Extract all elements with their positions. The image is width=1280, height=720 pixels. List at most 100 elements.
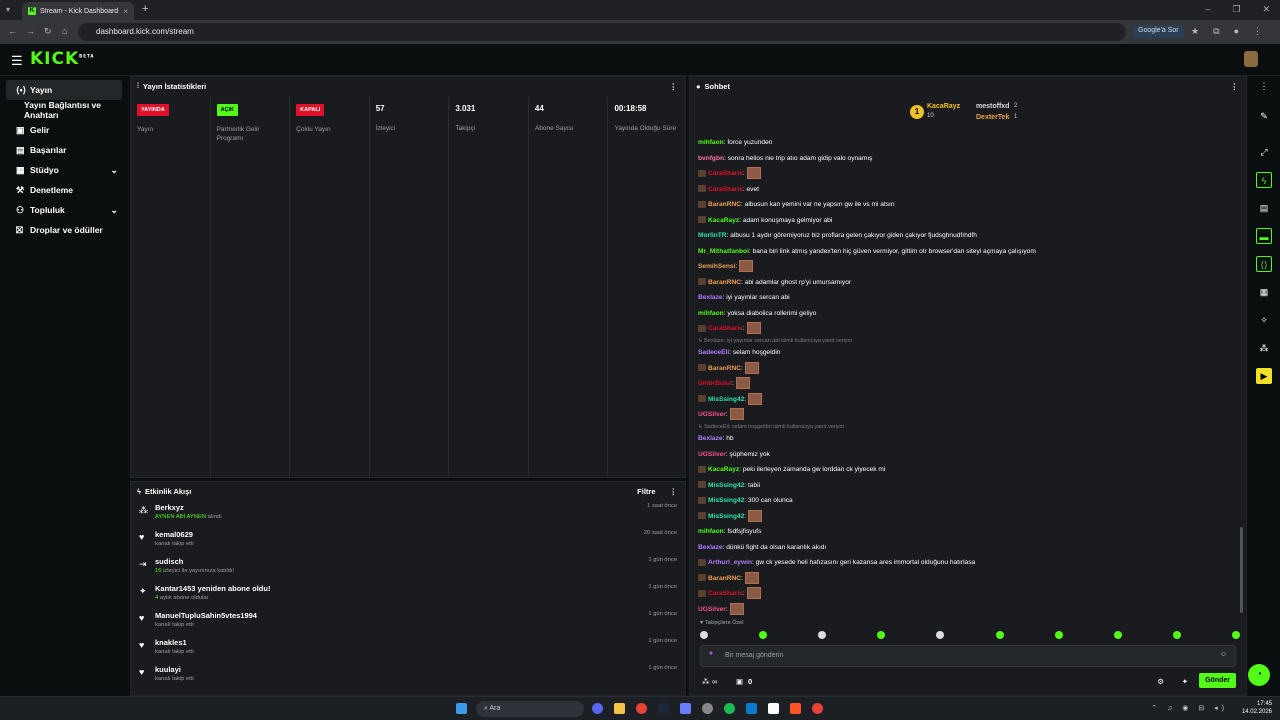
vscode-icon[interactable] <box>746 703 757 714</box>
chat-username[interactable]: Bexlaze <box>698 435 723 442</box>
chrome-icon[interactable] <box>812 703 823 714</box>
event-row[interactable]: ♥ kemal0629 kanalı takip etti 20 saat önce <box>131 527 685 554</box>
chat-username[interactable]: UmbrBulut <box>698 380 732 387</box>
sidebar-item-droplar[interactable]: ⛝ Droplar ve ödüller <box>6 220 122 240</box>
extensions-icon[interactable]: ⧉ <box>1213 26 1219 37</box>
emote-icon[interactable] <box>1054 631 1063 639</box>
sidebar-item-basarilar[interactable]: ▤ Başarılar <box>6 140 122 160</box>
chat-username[interactable]: UGSilver <box>698 411 726 418</box>
send-button[interactable]: Gönder <box>1199 673 1236 688</box>
sidebar-item-stream-key[interactable]: Yayın Bağlantısı ve Anahtarı <box>6 100 122 120</box>
emote-icon[interactable] <box>877 631 886 639</box>
event-row[interactable]: ♥ ManuelTupluSahin5vtes1994 kanalı takip e… <box>131 608 685 635</box>
emote-icon[interactable] <box>936 631 945 639</box>
event-row[interactable]: ✦ Kantar1453 yeniden abone oldu! 4 aylık a… <box>131 581 685 608</box>
taskbar-search[interactable]: ⌕ Ara <box>476 701 584 717</box>
sidebar-item-yayin[interactable]: ⟨•⟩ Yayın <box>6 80 122 100</box>
app-icon[interactable] <box>680 703 691 714</box>
system-tray[interactable]: ⌃ ♫ ◉ ⊟ ◂) <box>1151 704 1228 712</box>
sidebar-item-gelir[interactable]: ▣ Gelir <box>6 120 122 140</box>
event-row[interactable]: ⇥ sudisch 16 izleyici ile yayınınıza katıl… <box>131 554 685 581</box>
event-row[interactable]: ♥ knakles1 kanalı takip etti 1 gün önce <box>131 635 685 662</box>
emote-icon[interactable] <box>700 631 708 639</box>
emoji-icon[interactable]: ☺ <box>1220 651 1227 658</box>
maximize-icon[interactable]: ❐ <box>1232 4 1240 15</box>
top-chatter-name[interactable]: KacaRayz <box>927 103 960 110</box>
start-icon[interactable] <box>456 703 467 714</box>
emote-icon[interactable] <box>1113 631 1122 639</box>
emote-icon[interactable] <box>995 631 1004 639</box>
new-tab-button[interactable]: + <box>142 3 148 15</box>
minimize-icon[interactable]: – <box>1205 4 1210 15</box>
flash-icon[interactable]: ϟ <box>1256 172 1272 188</box>
clapper-icon[interactable]: ▶ <box>1256 368 1272 384</box>
chat-username[interactable]: BaranRNC <box>708 279 741 286</box>
discord-icon[interactable] <box>592 703 603 714</box>
chat-username[interactable]: SemihSensi <box>698 263 735 270</box>
users-icon[interactable]: ⁂ <box>1256 340 1272 356</box>
address-bar[interactable]: dashboard.kick.com/stream <box>78 23 1126 41</box>
close-tab-icon[interactable]: × <box>123 7 128 16</box>
more-icon[interactable]: ⋮ <box>1256 78 1272 94</box>
forward-icon[interactable]: → <box>26 26 35 36</box>
wrench-icon[interactable]: ✧ <box>1256 312 1272 328</box>
chat-username[interactable]: Bexlaze <box>698 544 723 551</box>
chat-username[interactable]: MisSsing42 <box>708 513 744 520</box>
emote-icon[interactable] <box>759 631 768 639</box>
chat-message-input[interactable]: ● Bir mesaj gönderin ☺ <box>700 645 1236 667</box>
chat-username[interactable]: MisSsing42 <box>708 396 744 403</box>
chrome-icon[interactable] <box>636 703 647 714</box>
top-chatter-name[interactable]: mestoffxd <box>976 103 1009 110</box>
back-icon[interactable]: ← <box>8 26 17 36</box>
chat-fab-button[interactable]: ◔ <box>1248 664 1270 686</box>
notes-icon[interactable]: ▤ <box>1256 200 1272 216</box>
chat-username[interactable]: MorlinTR <box>698 232 727 239</box>
settings-gear-icon[interactable]: ⚙ <box>1157 677 1164 686</box>
chat-username[interactable]: MisSsing42 <box>708 482 744 489</box>
emote-icon[interactable] <box>1172 631 1181 639</box>
chat-username[interactable]: UGSilver <box>698 606 726 613</box>
chat-username[interactable]: Bexlaze <box>698 294 723 301</box>
expand-icon[interactable]: ⤢ <box>1256 144 1272 160</box>
mic-icon[interactable]: ● <box>709 650 713 657</box>
sidebar-item-denetleme[interactable]: ⚒ Denetleme <box>6 180 122 200</box>
google-ask-chip[interactable]: Google'a Sor <box>1132 25 1185 38</box>
chat-username[interactable]: CaraSharis <box>708 325 743 332</box>
event-row[interactable]: ⁂ Berkxyz AYNEN ABİ AYNEN alındı 1 saat önc… <box>131 500 685 527</box>
chat-username[interactable]: bvnfgbn <box>698 155 724 162</box>
bot-icon[interactable]: ✦ <box>1182 677 1188 686</box>
sidebar-item-topluluk[interactable]: ⚇ Topluluk ⌄ <box>6 200 122 220</box>
sidebar-item-studyo[interactable]: ▦ Stüdyo ⌄ <box>6 160 122 180</box>
chat-username[interactable]: CaraSharis <box>708 590 743 597</box>
chat-username[interactable]: BaranRNC <box>708 575 741 582</box>
clock[interactable]: 17:45 14.02.2026 <box>1242 700 1272 716</box>
chat-username[interactable]: mihfaon <box>698 139 724 146</box>
chat-scrollbar[interactable] <box>1240 527 1243 613</box>
browser-menu-icon[interactable]: ⋮ <box>1253 26 1262 37</box>
filter-button[interactable]: Filtre <box>637 487 655 496</box>
chat-username[interactable]: mihfaon <box>698 310 724 317</box>
bookmark-star-icon[interactable]: ★ <box>1191 26 1199 37</box>
chat-username[interactable]: CaraSharis <box>708 186 743 193</box>
reload-icon[interactable]: ↻ <box>44 26 52 37</box>
chat-username[interactable]: BaranRNC <box>708 201 741 208</box>
chat-username[interactable]: MisSsing42 <box>708 497 744 504</box>
file-explorer-icon[interactable] <box>614 703 625 714</box>
browser-tab[interactable]: K Stream - Kick Dashboard × <box>22 2 134 20</box>
hamburger-menu-icon[interactable]: ☰ <box>11 53 23 69</box>
profile-icon[interactable]: ● <box>1234 26 1239 37</box>
tab-search-icon[interactable]: ▾ <box>6 5 10 14</box>
user-avatar[interactable] <box>1244 51 1258 67</box>
kick-logo[interactable]: KICKBETA <box>30 49 94 69</box>
layout-icon[interactable]: ▦ <box>1256 284 1272 300</box>
more-options-icon[interactable]: ⋮ <box>670 82 678 91</box>
chat-username[interactable]: Mr_Mithatfanboi <box>698 248 749 255</box>
chat-username[interactable]: mihfaon <box>698 528 724 535</box>
chat-username[interactable]: KacaRayz <box>708 217 739 224</box>
emote-icon[interactable] <box>1231 631 1240 639</box>
app-icon[interactable] <box>702 703 713 714</box>
chat-username[interactable]: KacaRayz <box>708 466 739 473</box>
chat-username[interactable]: Arthurl_eywin <box>708 559 752 566</box>
spotify-icon[interactable] <box>724 703 735 714</box>
chat-username[interactable]: CaraSharis <box>708 170 743 177</box>
